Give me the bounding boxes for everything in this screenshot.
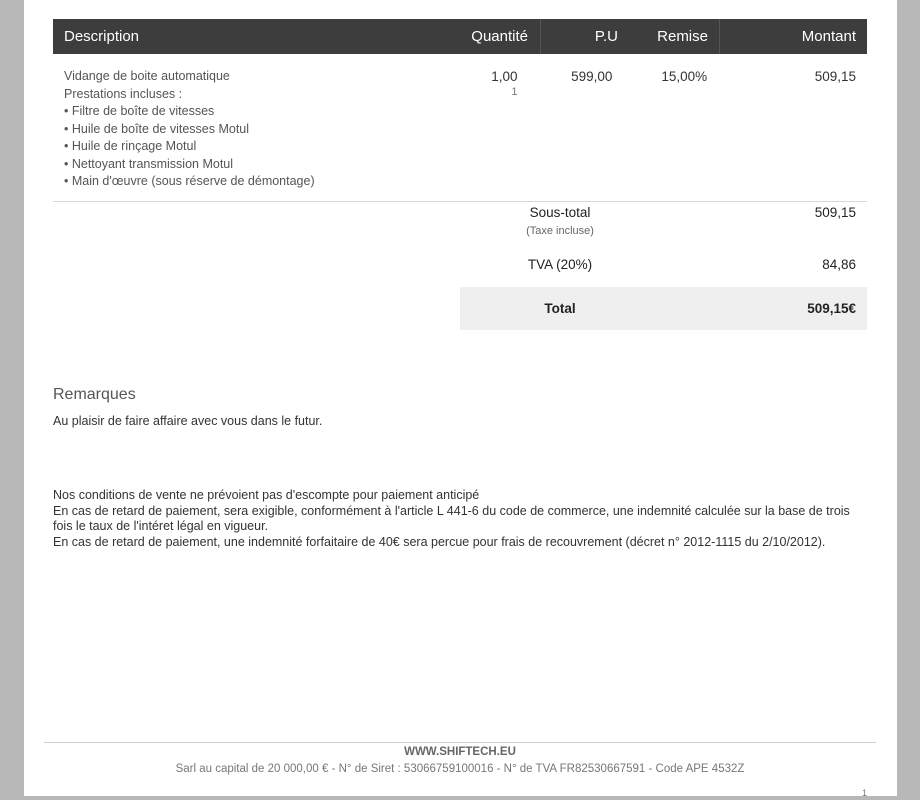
table-header: Description Quantité P.U Remise Montant <box>53 19 867 54</box>
row-discount: 15,00% <box>661 69 708 84</box>
header-discount: Remise <box>657 28 708 45</box>
footer-website: WWW.SHIFTECH.EU <box>404 746 516 758</box>
tva-label: TVA (20%) <box>527 257 593 272</box>
quantity-value: 1,00 <box>491 69 518 84</box>
subtotal-label: Sous-total <box>529 205 591 220</box>
subtotal-label-cell: Sous-total (Taxe incluse) <box>460 205 660 255</box>
remarks-section: Remarques Au plaisir de faire affaire av… <box>53 386 322 428</box>
remarks-title: Remarques <box>53 386 136 403</box>
header-description: Description <box>64 28 140 45</box>
subtotal-row: Sous-total (Taxe incluse) 509,15 <box>460 205 867 255</box>
tva-value: 84,86 <box>822 257 856 272</box>
subtotal-note: (Taxe incluse) <box>526 225 594 237</box>
header-amount: Montant <box>719 19 867 54</box>
remarks-text: Au plaisir de faire affaire avec vous da… <box>53 414 323 428</box>
description-line: • Huile de boîte de vitesses Motul <box>64 121 250 136</box>
row-quantity: 1,00 1 <box>436 54 529 191</box>
table-row: Vidange de boite automatique Prestations… <box>53 54 867 202</box>
header-quantity: Quantité <box>471 28 528 45</box>
total-row: Total 509,15€ <box>460 287 867 330</box>
header-unit-price: P.U <box>540 19 629 54</box>
total-label: Total <box>544 301 576 316</box>
subtotal-value: 509,15 <box>814 205 856 220</box>
condition-line: Nos conditions de vente ne prévoient pas… <box>53 488 480 502</box>
total-value: 509,15€ <box>807 301 856 316</box>
description-line: • Filtre de boîte de vitesses <box>64 104 215 118</box>
tva-row: TVA (20%) 84,86 <box>460 257 867 287</box>
description-line: Vidange de boite automatique <box>64 69 230 83</box>
totals-block: Sous-total (Taxe incluse) 509,15 TVA (20… <box>460 205 867 330</box>
row-amount: 509,15 <box>814 69 856 84</box>
invoice-table: Description Quantité P.U Remise Montant … <box>53 19 867 202</box>
sale-conditions: Nos conditions de vente ne prévoient pas… <box>53 488 868 550</box>
invoice-page: Description Quantité P.U Remise Montant … <box>24 0 897 798</box>
quantity-sub-value: 1 <box>511 85 518 98</box>
description-line: • Nettoyant transmission Motul <box>64 156 234 171</box>
footer-legal: Sarl au capital de 20 000,00 € - N° de S… <box>175 763 745 775</box>
description-line: Prestations incluses : <box>64 86 183 101</box>
page-number: 1 <box>862 788 868 798</box>
footer-divider <box>44 742 876 743</box>
row-description: Vidange de boite automatique Prestations… <box>53 54 436 191</box>
condition-line: En cas de retard de paiement, sera exigi… <box>53 503 850 534</box>
row-unit-price: 599,00 <box>571 69 613 84</box>
condition-line: En cas de retard de paiement, une indemn… <box>53 534 826 549</box>
description-line: • Huile de rinçage Motul <box>64 139 197 153</box>
description-line: • Main d'œuvre (sous réserve de démontag… <box>64 174 315 188</box>
footer: WWW.SHIFTECH.EU Sarl au capital de 20 00… <box>44 745 876 777</box>
